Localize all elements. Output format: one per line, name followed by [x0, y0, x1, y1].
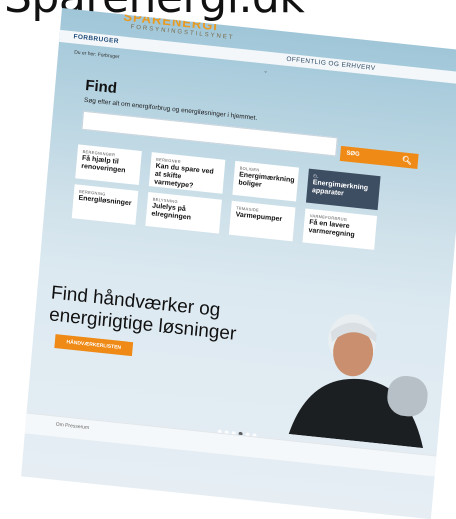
hero-photo-craftsman	[288, 314, 428, 449]
card-varmepumper[interactable]: TEMASIDE Varmepumper	[228, 200, 296, 242]
craftsman-list-button[interactable]: HÅNDVÆRKERLISTEN	[54, 334, 134, 357]
find-heading: Find	[84, 76, 118, 98]
card-varmetype[interactable]: BEREGNER Kan du spare ved at skifte varm…	[148, 152, 226, 194]
card-julelys[interactable]: BELYSNING Julelys på elregningen	[145, 192, 222, 234]
breadcrumb-item[interactable]: Forbruger	[97, 52, 119, 60]
card-varmeregning[interactable]: VARMEFORBRUG Få en lavere varmeregning	[302, 208, 378, 250]
search-button[interactable]: SØG 🔍︎	[339, 145, 419, 170]
search-button-label: SØG	[346, 150, 360, 158]
card-energiloesninger[interactable]: BEREGNING Energiløsninger	[71, 184, 139, 225]
breadcrumb: Du er her: Forbruger	[74, 50, 120, 61]
breadcrumb-prefix: Du er her:	[73, 49, 97, 58]
website-screenshot: SPARENERGI FORSYNINGSTILSYNET FORBRUGER …	[21, 8, 456, 519]
card-energimaerkning-apparater[interactable]: EL Energimærkning apparater	[305, 168, 381, 211]
card-energimaerkning-boliger[interactable]: BOLIGEN Energimærkning boliger	[232, 160, 299, 202]
chevron-down-icon[interactable]: ⌄	[263, 67, 269, 75]
card-renovering[interactable]: BEREGNINGER Få hjælp til renoveringen	[75, 144, 142, 185]
search-icon: 🔍︎	[401, 155, 413, 166]
